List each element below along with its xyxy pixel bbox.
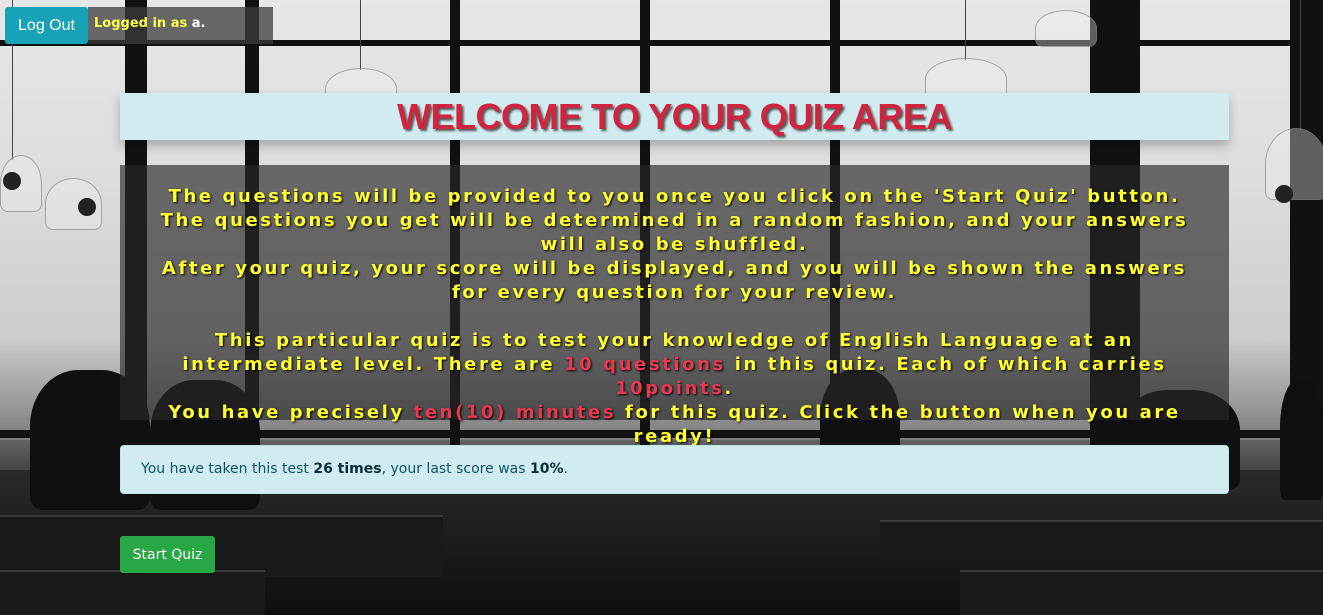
alert-text: . [563, 461, 568, 477]
time-limit-value: ten(10) minutes [413, 402, 617, 423]
logout-button[interactable]: Log Out [5, 7, 88, 44]
page-title-banner: WELCOME TO YOUR QUIZ AREA [120, 93, 1229, 140]
quiz-description: This particular quiz is to test your kno… [150, 329, 1199, 401]
instruction-line-2: The questions you get will be determined… [160, 210, 1189, 255]
attempt-history-alert: You have taken this test 26 times, your … [120, 445, 1229, 494]
time-limit-text: You have precisely ten(10) minutes for t… [150, 401, 1199, 449]
login-status: Logged in as a. [88, 7, 273, 44]
quiz-description-text: in this quiz. Each of which carries [725, 354, 1167, 375]
question-count: 10 questions [564, 354, 726, 375]
time-limit-prefix: You have precisely [168, 402, 414, 423]
quiz-instructions: The questions will be provided to you on… [120, 165, 1229, 447]
quiz-description-text: . [724, 378, 734, 399]
start-quiz-button[interactable]: Start Quiz [120, 536, 215, 573]
login-status-label: Logged in as [94, 16, 188, 31]
alert-text: , your last score was [381, 461, 530, 477]
alert-text: You have taken this test [141, 461, 314, 477]
instruction-line-1: The questions will be provided to you on… [168, 186, 1181, 207]
attempt-count: 26 times [313, 461, 382, 477]
last-score: 10% [529, 461, 564, 477]
page-title: WELCOME TO YOUR QUIZ AREA [397, 96, 952, 137]
username: a. [191, 16, 206, 31]
time-limit-suffix: for this quiz. Click the button when you… [616, 402, 1181, 447]
instruction-line-3: After your quiz, your score will be disp… [161, 258, 1188, 303]
points-per-question: 10points [615, 378, 725, 399]
